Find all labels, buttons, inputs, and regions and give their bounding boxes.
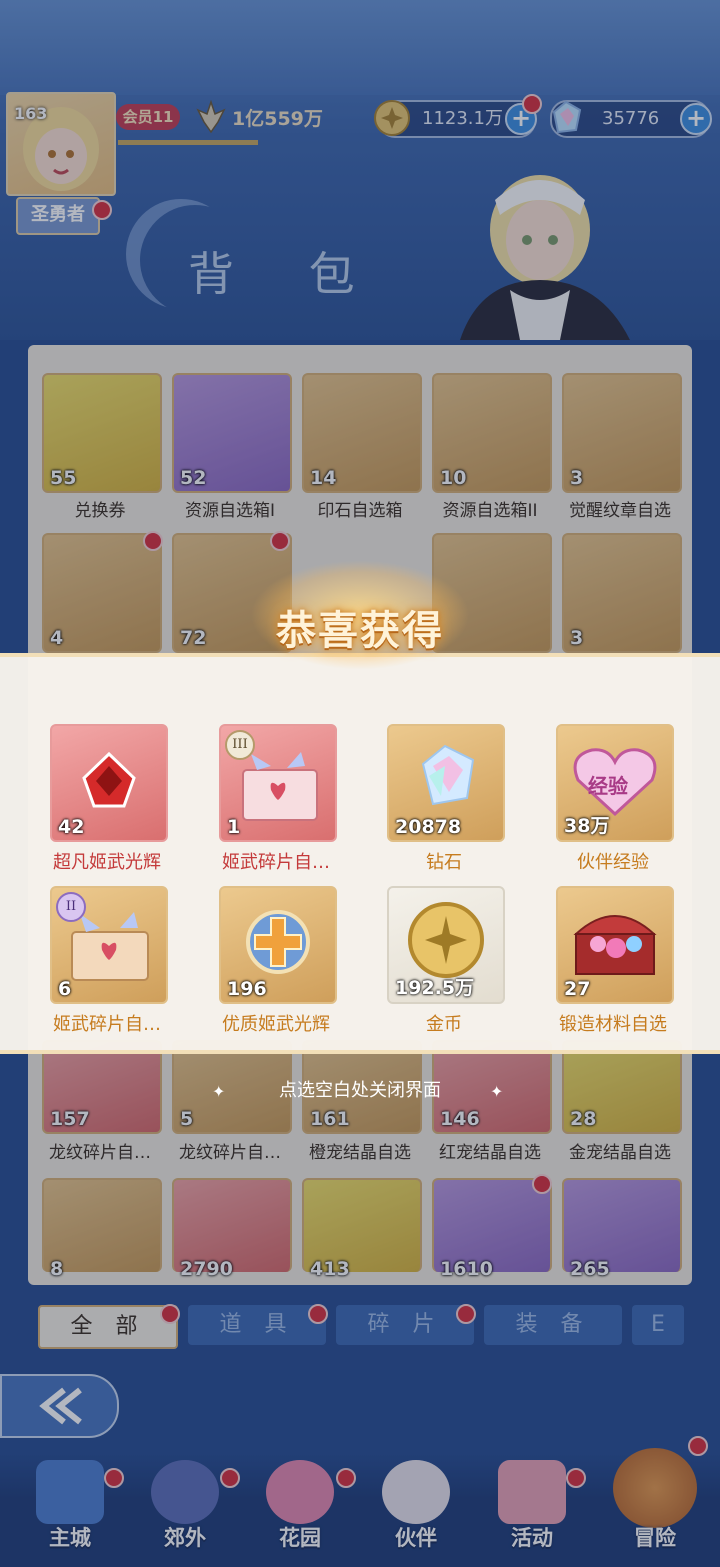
reward-label: 钻石	[426, 852, 462, 873]
tier-badge: III	[225, 730, 255, 760]
sparkle-icon: ✦	[490, 1082, 504, 1101]
reward-label: 姬武碎片自…	[222, 852, 330, 873]
reward-item[interactable]: 42	[50, 724, 168, 842]
reward-label: 锻造材料自选	[559, 1014, 667, 1035]
reward-label: 姬武碎片自…	[53, 1014, 161, 1035]
reward-count: 42	[58, 816, 85, 838]
reward-label: 金币	[426, 1014, 462, 1035]
reward-count: 6	[58, 978, 72, 1000]
sparkle-icon: ✦	[212, 1082, 226, 1101]
reward-label: 超凡姬武光辉	[53, 852, 161, 873]
reward-item[interactable]: II 6	[50, 886, 168, 1004]
reward-item[interactable]: III 1	[219, 724, 337, 842]
reward-count: 196	[227, 978, 267, 1000]
reward-count: 192.5万	[395, 977, 475, 999]
reward-item[interactable]: 192.5万	[387, 886, 505, 1004]
popup-title: 恭喜获得	[276, 608, 444, 654]
close-hint[interactable]: 点选空白处关闭界面	[230, 1076, 490, 1102]
reward-count: 1	[227, 816, 241, 838]
reward-item[interactable]: 经验 38万	[556, 724, 674, 842]
reward-count: 38万	[564, 815, 610, 837]
reward-item[interactable]: 27	[556, 886, 674, 1004]
reward-count: 20878	[395, 816, 462, 838]
reward-label: 伙伴经验	[577, 852, 649, 873]
reward-item[interactable]: 20878	[387, 724, 505, 842]
reward-item[interactable]: 196	[219, 886, 337, 1004]
reward-label: 优质姬武光辉	[222, 1014, 330, 1035]
reward-count: 27	[564, 978, 591, 1000]
exp-badge-text: 经验	[588, 774, 628, 798]
tier-badge: II	[56, 892, 86, 922]
